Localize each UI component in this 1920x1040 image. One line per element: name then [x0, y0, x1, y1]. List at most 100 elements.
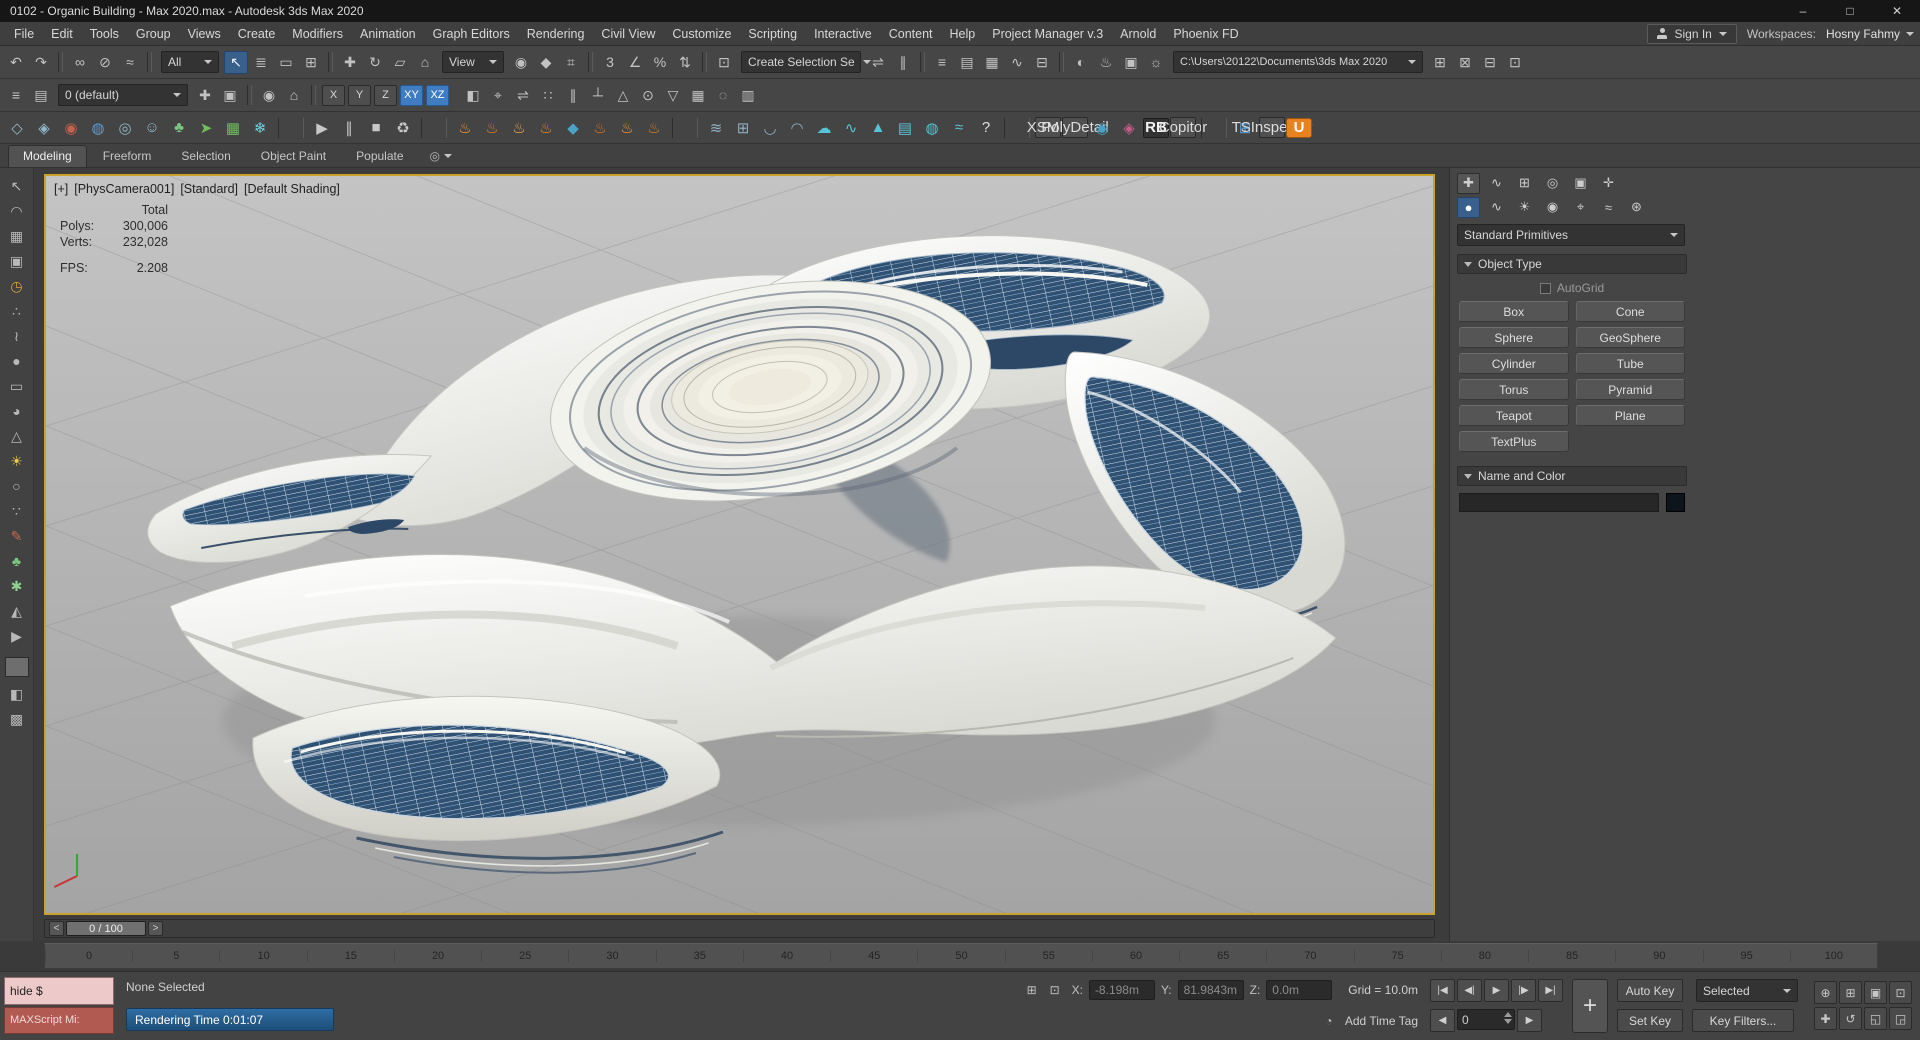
y-coordinate-field[interactable]: 81.9843m	[1177, 980, 1244, 1000]
toggle-ribbon-icon[interactable]: ▦	[980, 51, 1004, 74]
object-type-button[interactable]: Sphere	[1459, 327, 1569, 348]
menu-item[interactable]: Modifiers	[284, 24, 351, 44]
perspective-viewport[interactable]: [+] [PhysCamera001] [Standard] [Default …	[44, 174, 1435, 915]
snap-use-axis-constraints-icon[interactable]: ⌖	[486, 84, 510, 107]
freeze-snowflake-icon[interactable]: ❄	[247, 116, 273, 139]
time-slider-handle[interactable]: 0 / 100	[66, 921, 146, 936]
blob-tool-icon[interactable]: ◕	[4, 399, 30, 423]
select-and-scale-icon[interactable]: ▱	[388, 51, 412, 74]
play-button[interactable]: ▶	[1484, 979, 1509, 1002]
normal-align-icon[interactable]: ┴	[586, 84, 610, 107]
geometry-category-icon[interactable]: ●	[1457, 196, 1480, 218]
layer-properties-icon[interactable]: ▣	[218, 84, 242, 107]
plane-tool-icon[interactable]: ▭	[4, 374, 30, 398]
maximize-button[interactable]: □	[1827, 4, 1873, 18]
name-and-color-rollout-header[interactable]: Name and Color	[1457, 466, 1687, 486]
object-name-input[interactable]	[1459, 493, 1659, 512]
menu-item[interactable]: Civil View	[593, 24, 663, 44]
percent-snap-icon[interactable]: %	[648, 51, 672, 74]
mountain-icon[interactable]: ▲	[865, 116, 891, 139]
cone-tool-icon[interactable]: △	[4, 424, 30, 448]
menu-item[interactable]: Tools	[82, 24, 127, 44]
utilities-tab-icon[interactable]: ✛	[1597, 173, 1620, 194]
menu-item[interactable]: Edit	[43, 24, 81, 44]
x-coordinate-field[interactable]: -8.198m	[1088, 980, 1155, 1000]
layer-manager-icon[interactable]: ▤	[29, 84, 53, 107]
spacing-tool-icon[interactable]: △	[611, 84, 635, 107]
workspace-selector[interactable]: Hosny Fahmy	[1826, 27, 1914, 41]
menu-item[interactable]: Project Manager v.3	[984, 24, 1111, 44]
stop-animation-icon[interactable]: ■	[363, 116, 389, 139]
object-type-button[interactable]: Cone	[1575, 301, 1685, 322]
select-and-place-icon[interactable]: ⌂	[413, 51, 437, 74]
pot-icon[interactable]: ◠	[784, 116, 810, 139]
measure-distance-icon[interactable]: ▽	[661, 84, 685, 107]
array-icon[interactable]: ∷	[536, 84, 560, 107]
systems-category-icon[interactable]: ⊛	[1625, 197, 1648, 218]
plugin-arrow-icon[interactable]: ➤	[193, 116, 219, 139]
mirror-icon[interactable]: ⇌	[866, 51, 890, 74]
axis-constraint-x[interactable]: X	[322, 84, 345, 106]
object-type-button[interactable]: Pyramid	[1575, 379, 1685, 400]
phoenix-fire-icon-1[interactable]: ♨	[452, 116, 478, 139]
frame-spinner[interactable]	[1504, 1012, 1512, 1024]
menu-item[interactable]: Scripting	[740, 24, 805, 44]
clock-tool-icon[interactable]: ◷	[4, 274, 30, 298]
add-time-tag[interactable]: Add Time Tag	[1345, 1014, 1418, 1028]
named-selection-sets-dropdown[interactable]: Create Selection Se	[741, 51, 871, 73]
wave-icon[interactable]: ∿	[838, 116, 864, 139]
object-type-button[interactable]: Box	[1459, 301, 1569, 322]
orbit-icon[interactable]: ↺	[1839, 1007, 1862, 1030]
tab-freeform[interactable]: Freeform	[89, 146, 166, 167]
polydetail-button[interactable]: PolyDetail	[1041, 117, 1109, 138]
curve-editor-icon[interactable]: ∿	[1005, 51, 1029, 74]
toolbox-icon[interactable]: ⊞	[730, 116, 756, 139]
phoenix-fire-icon-6[interactable]: ♨	[614, 116, 640, 139]
isolate-selection-icon[interactable]: ◌	[711, 84, 735, 107]
maximize-viewport-icon[interactable]: ◱	[1864, 1007, 1887, 1030]
unlink-selection-icon[interactable]: ⊘	[93, 51, 117, 74]
menu-item[interactable]: Group	[128, 24, 179, 44]
rectangular-selection-region-icon[interactable]: ▭	[274, 51, 298, 74]
phoenix-fire-icon-2[interactable]: ♨	[479, 116, 505, 139]
previous-frame-step-button[interactable]: <	[49, 921, 64, 936]
display-floater-icon[interactable]: ▥	[736, 84, 760, 107]
modify-tab-icon[interactable]: ∿	[1485, 173, 1508, 194]
keyboard-shortcut-override-icon[interactable]: ⌗	[559, 51, 583, 74]
autogrid-checkbox[interactable]	[1539, 282, 1551, 294]
menu-item[interactable]: Arnold	[1112, 24, 1164, 44]
edit-named-selection-sets-icon[interactable]: ⊡	[712, 51, 736, 74]
zoom-region-icon[interactable]: ⊡	[1889, 981, 1912, 1004]
menu-item[interactable]: Create	[230, 24, 284, 44]
cloud-icon[interactable]: ☁	[811, 116, 837, 139]
clone-and-align-icon[interactable]: ⊙	[636, 84, 660, 107]
help-icon[interactable]: ?	[973, 116, 999, 139]
previous-key-button[interactable]: ◀	[1430, 1009, 1455, 1032]
open-folder-icon[interactable]: ⊞	[1428, 51, 1452, 74]
affect-pivot-icon[interactable]: ◉	[257, 84, 281, 107]
lights-category-icon[interactable]: ☀	[1513, 197, 1536, 218]
vr-icon[interactable]: ◈	[1116, 116, 1142, 139]
tab-modeling[interactable]: Modeling	[8, 145, 87, 167]
viewport-pov-menu[interactable]: [PhysCamera001]	[74, 182, 174, 196]
reference-coordinate-dropdown[interactable]: View	[442, 51, 504, 73]
phoenix-fire-icon-7[interactable]: ♨	[641, 116, 667, 139]
menu-item[interactable]: Customize	[664, 24, 739, 44]
mirror-tool-icon[interactable]: ⇌	[511, 84, 535, 107]
save-project-icon[interactable]: ⊠	[1453, 51, 1477, 74]
plant-tool-icon[interactable]: ✱	[4, 574, 30, 598]
delete-icon[interactable]: ♻	[390, 116, 416, 139]
phoenix-fire-icon-4[interactable]: ♨	[533, 116, 559, 139]
sphere-tool-icon[interactable]: ●	[4, 349, 30, 373]
time-slider-track[interactable]: < 0 / 100 >	[44, 919, 1435, 938]
object-type-button[interactable]: Torus	[1459, 379, 1569, 400]
current-frame-field[interactable]: 0	[1457, 1009, 1515, 1030]
set-key-button[interactable]: Set Key	[1617, 1009, 1683, 1032]
axis-constraint-xz[interactable]: XZ	[426, 84, 449, 106]
selection-filter-dropdown[interactable]: All	[161, 51, 219, 73]
scatter-tool-icon[interactable]: ∵	[4, 499, 30, 523]
material-editor-icon[interactable]: ◐	[1069, 51, 1093, 74]
shapes-category-icon[interactable]: ∿	[1485, 197, 1508, 218]
select-and-move-icon[interactable]: ✚	[338, 51, 362, 74]
globe-icon[interactable]: ◍	[919, 116, 945, 139]
